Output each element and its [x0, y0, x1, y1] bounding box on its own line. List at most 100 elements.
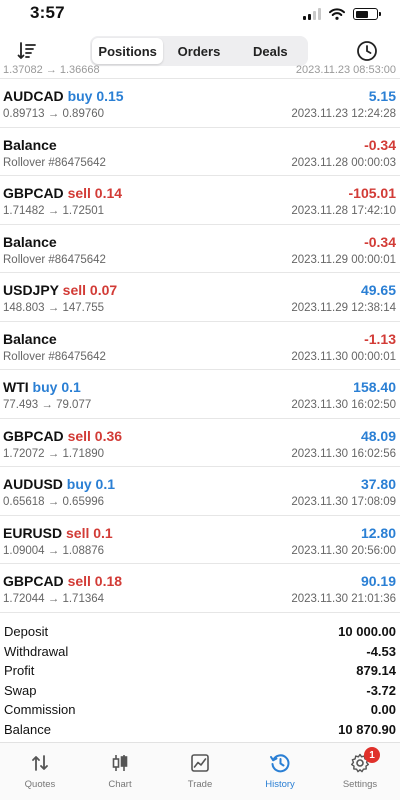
- deal-row[interactable]: AUDUSD buy 0.1 0.65618 → 0.65996 37.80 2023…: [0, 467, 400, 516]
- tab-label: Trade: [187, 779, 213, 790]
- tab-history[interactable]: History: [240, 743, 320, 800]
- summary-row-deposit: Deposit 10 000.00: [0, 622, 400, 642]
- deal-row[interactable]: GBPCAD sell 0.14 1.71482 → 1.72501 -105.01…: [0, 176, 400, 225]
- summary-value: 0.00: [370, 702, 396, 717]
- deal-amount: -1.13: [364, 330, 396, 347]
- deal-symbol: AUDCAD: [3, 88, 64, 104]
- summary-label: Balance: [4, 721, 51, 737]
- summary-row-profit: Profit 879.14: [0, 661, 400, 681]
- bottom-tab-bar: Quotes Chart Trade History 1 Settings: [0, 742, 400, 800]
- deal-detail: 1.72072 → 1.71890: [3, 447, 105, 460]
- deal-row[interactable]: USDJPY sell 0.07 148.803 → 147.755 49.65 20…: [0, 273, 400, 322]
- deal-symbol: WTI: [3, 379, 29, 395]
- list-item-partial[interactable]: 1.37082 → 1.36668 2023.11.23 08:53:00: [0, 62, 400, 79]
- tab-trade[interactable]: Trade: [160, 743, 240, 800]
- deal-amount: 158.40: [353, 379, 396, 395]
- notification-badge: 1: [364, 747, 380, 763]
- candlestick-chart-icon: [112, 755, 128, 771]
- status-icons: [303, 8, 381, 20]
- deal-time: 2023.11.30 21:01:36: [291, 593, 396, 605]
- deal-time: 2023.11.30 16:02:50: [291, 399, 396, 411]
- deal-time: 2023.11.30 20:56:00: [291, 544, 396, 557]
- deal-amount: 12.80: [360, 524, 396, 541]
- deal-time: 2023.11.29 12:38:14: [291, 302, 396, 314]
- deal-row[interactable]: Balance Rollover #86475642 -0.34 2023.11.2…: [0, 128, 400, 176]
- summary-label: Commission: [4, 702, 76, 717]
- deal-symbol: AUDUSD: [3, 476, 63, 492]
- deal-detail: 0.89713 → 0.89760: [3, 108, 105, 120]
- summary-label: Withdrawal: [4, 643, 69, 659]
- quotes-arrows-icon: [32, 755, 48, 771]
- battery-icon: [353, 8, 381, 20]
- summary-row-withdrawal: Withdrawal -4.53: [0, 642, 400, 662]
- deal-title: GBPCAD sell 0.36: [3, 428, 122, 444]
- deal-side: buy 0.15: [67, 88, 124, 104]
- tab-orders[interactable]: Orders: [163, 38, 234, 64]
- deal-row[interactable]: Balance Rollover #86475642 -1.13 2023.11.3…: [0, 322, 400, 370]
- deal-side: buy 0.1: [66, 476, 116, 492]
- deal-time: 2023.11.23 12:24:28: [291, 108, 396, 120]
- deal-title: AUDCAD buy 0.15: [3, 88, 124, 104]
- deal-detail: 148.803 → 147.755: [3, 302, 105, 314]
- deal-time: 2023.11.28 17:42:10: [291, 205, 396, 217]
- summary-value: 10 870.90: [338, 721, 396, 737]
- deal-detail: Rollover #86475642: [3, 253, 106, 266]
- deal-amount: 90.19: [360, 573, 396, 589]
- deal-detail: 1.72044 → 1.71364: [3, 593, 105, 605]
- tab-label: Quotes: [24, 779, 56, 790]
- deal-row[interactable]: GBPCAD sell 0.18 1.72044 → 1.71364 90.19 20…: [0, 564, 400, 613]
- status-bar: 3:57: [0, 0, 400, 28]
- deal-title: Balance: [3, 234, 57, 250]
- deal-symbol: Balance: [3, 136, 57, 153]
- deal-detail: 1.09004 → 1.08876: [3, 544, 105, 557]
- tab-chart[interactable]: Chart: [80, 743, 160, 800]
- summary-value: -4.53: [366, 643, 396, 659]
- deals-list[interactable]: 1.37082 → 1.36668 2023.11.23 08:53:00 AU…: [0, 62, 400, 618]
- status-time: 3:57: [30, 3, 65, 22]
- tab-quotes[interactable]: Quotes: [0, 743, 80, 800]
- deal-row[interactable]: GBPCAD sell 0.36 1.72072 → 1.71890 48.09 20…: [0, 419, 400, 467]
- tab-deals[interactable]: Deals: [235, 38, 306, 64]
- summary-row-swap: Swap -3.72: [0, 681, 400, 701]
- tab-label: Settings: [342, 779, 378, 790]
- deal-detail: 0.65618 → 0.65996: [3, 496, 105, 508]
- deal-title: Balance: [3, 137, 57, 153]
- trade-chart-icon: [191, 754, 209, 772]
- deal-amount: -105.01: [348, 185, 396, 201]
- clock-history-icon[interactable]: [356, 40, 378, 62]
- deal-side: sell 0.18: [67, 573, 123, 589]
- sort-icon[interactable]: [16, 40, 38, 62]
- deal-symbol: USDJPY: [3, 282, 59, 298]
- summary-value: 879.14: [356, 663, 396, 678]
- deal-symbol: Balance: [3, 233, 57, 250]
- deal-side: sell 0.1: [66, 524, 113, 541]
- cellular-signal-icon: [303, 8, 321, 20]
- deal-amount: 49.65: [360, 282, 396, 298]
- deal-amount: 48.09: [360, 427, 396, 444]
- deal-symbol: GBPCAD: [3, 427, 64, 444]
- account-summary: Deposit 10 000.00 Withdrawal -4.53 Profit 8…: [0, 622, 400, 739]
- deal-time-partial: 2023.11.23 08:53:00: [295, 64, 396, 76]
- tab-positions[interactable]: Positions: [92, 38, 164, 64]
- tab-settings[interactable]: 1 Settings: [320, 743, 400, 800]
- deal-symbol: Balance: [3, 330, 57, 347]
- deal-row[interactable]: Balance Rollover #86475642 -0.34 2023.11.2…: [0, 225, 400, 273]
- deal-title: AUDUSD buy 0.1: [3, 476, 115, 492]
- deal-title: USDJPY sell 0.07: [3, 282, 117, 298]
- deal-title: Balance: [3, 331, 57, 347]
- tab-label: History: [265, 779, 295, 790]
- deal-row[interactable]: AUDCAD buy 0.15 0.89713 → 0.89760 5.15 2023…: [0, 79, 400, 128]
- deal-row[interactable]: EURUSD sell 0.1 1.09004 → 1.08876 12.80 202…: [0, 516, 400, 564]
- deal-side: sell 0.36: [67, 427, 123, 444]
- deal-detail: Rollover #86475642: [3, 156, 106, 169]
- summary-value: -3.72: [366, 682, 396, 698]
- deal-title: EURUSD sell 0.1: [3, 525, 113, 541]
- summary-row-commission: Commission 0.00: [0, 700, 400, 720]
- deal-title: WTI buy 0.1: [3, 379, 81, 395]
- deal-row[interactable]: WTI buy 0.1 77.493 → 79.077 158.40 2023.11.…: [0, 370, 400, 419]
- summary-value: 10 000.00: [338, 624, 396, 639]
- deal-side: sell 0.07: [62, 282, 118, 298]
- deal-detail: 1.71482 → 1.72501: [3, 205, 105, 217]
- deal-time: 2023.11.30 16:02:56: [291, 447, 396, 460]
- deal-time: 2023.11.29 00:00:01: [291, 253, 396, 266]
